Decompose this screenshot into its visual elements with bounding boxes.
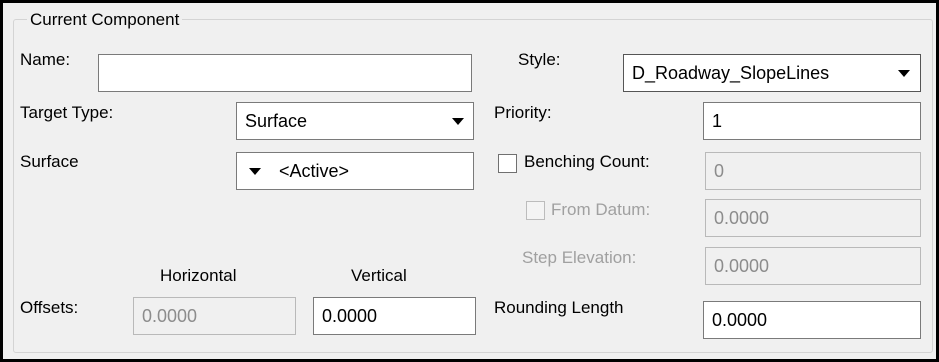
- benching-count-checkbox[interactable]: [498, 154, 517, 173]
- triangle-down-icon: [898, 70, 910, 77]
- target-type-label: Target Type:: [20, 103, 114, 122]
- offsets-label: Offsets:: [20, 298, 79, 317]
- surface-dropdown[interactable]: <Active>: [236, 152, 474, 190]
- rounding-length-input[interactable]: 0.0000: [703, 301, 921, 339]
- priority-input[interactable]: 1: [703, 102, 921, 140]
- step-elevation-input[interactable]: 0.0000: [705, 247, 921, 285]
- offset-vertical-input[interactable]: 0.0000: [313, 297, 476, 335]
- name-input[interactable]: [98, 54, 472, 92]
- surface-dropdown-value: <Active>: [279, 161, 350, 181]
- from-datum-checkbox[interactable]: [526, 201, 545, 220]
- group-title: Current Component: [27, 10, 183, 30]
- style-dropdown[interactable]: D_Roadway_SlopeLines: [623, 54, 921, 92]
- offset-horizontal-input[interactable]: 0.0000: [133, 297, 296, 335]
- from-datum-label: From Datum:: [551, 200, 651, 219]
- triangle-down-icon: [452, 118, 464, 125]
- rounding-length-label: Rounding Length: [494, 298, 624, 317]
- style-dropdown-value: D_Roadway_SlopeLines: [632, 63, 830, 83]
- triangle-down-icon: [249, 168, 261, 175]
- target-type-dropdown-value: Surface: [245, 111, 308, 131]
- step-elevation-label: Step Elevation:: [522, 248, 637, 267]
- benching-count-input[interactable]: 0: [705, 152, 921, 190]
- horizontal-header: Horizontal: [160, 266, 237, 285]
- surface-label: Surface: [20, 152, 79, 171]
- name-label: Name:: [20, 50, 71, 69]
- from-datum-input[interactable]: 0.0000: [705, 199, 921, 237]
- style-label: Style:: [518, 50, 561, 69]
- target-type-dropdown[interactable]: Surface: [236, 102, 474, 140]
- vertical-header: Vertical: [351, 266, 407, 285]
- priority-label: Priority:: [494, 103, 552, 122]
- benching-count-label: Benching Count:: [524, 152, 650, 171]
- dialog-frame: Current Component Name: Style: D_Roadway…: [0, 0, 939, 362]
